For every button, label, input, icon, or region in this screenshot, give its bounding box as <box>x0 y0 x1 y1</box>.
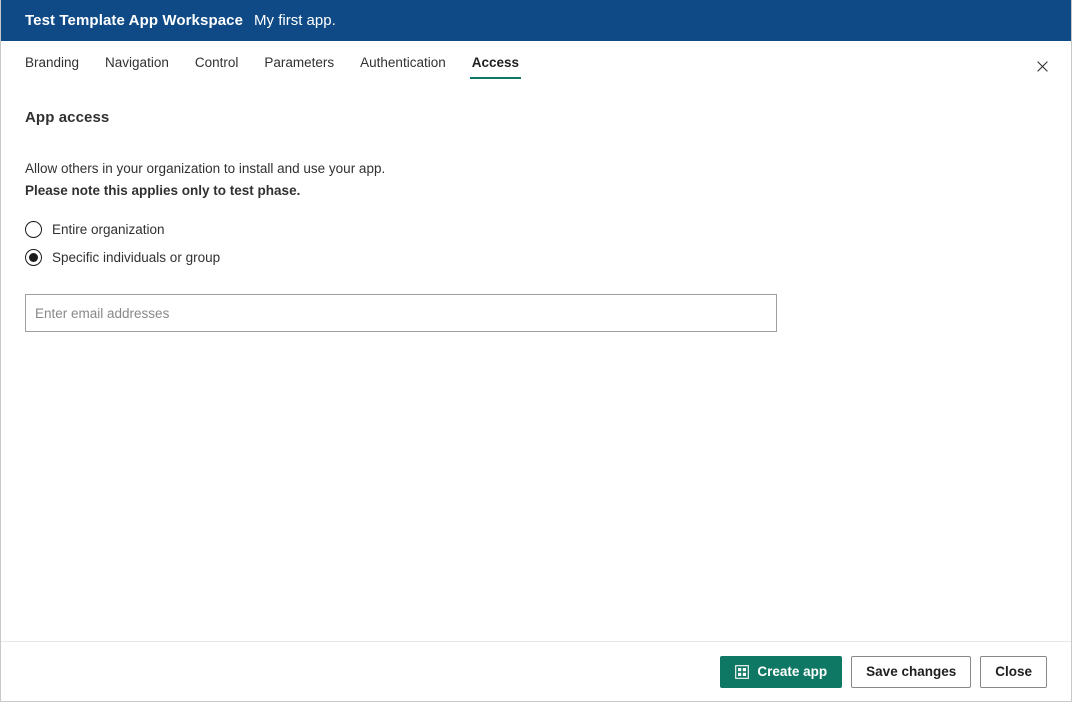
radio-circle-icon <box>25 220 42 238</box>
create-app-button[interactable]: Create app <box>720 655 843 688</box>
tab-authentication[interactable]: Authentication <box>360 41 446 79</box>
radio-entire-organization[interactable]: Entire organization <box>25 216 165 242</box>
dialog-footer: Create app Save changes Close <box>1 641 1071 701</box>
title-bar: Test Template App Workspace My first app… <box>1 0 1071 41</box>
close-label: Close <box>995 664 1032 679</box>
tab-branding[interactable]: Branding <box>25 41 79 79</box>
radio-specific-individuals[interactable]: Specific individuals or group <box>25 244 220 270</box>
create-app-label: Create app <box>757 664 828 679</box>
access-panel: App access Allow others in your organiza… <box>1 85 1071 641</box>
radio-entire-organization-label: Entire organization <box>52 221 165 237</box>
email-addresses-field[interactable] <box>25 294 777 332</box>
page-title: App access <box>25 109 110 126</box>
close-icon <box>1036 59 1048 77</box>
save-changes-label: Save changes <box>866 664 957 679</box>
tab-access[interactable]: Access <box>469 41 522 79</box>
access-description: Allow others in your organization to ins… <box>25 161 386 176</box>
tab-control[interactable]: Control <box>195 41 239 79</box>
tab-strip: Branding Navigation Control Parameters A… <box>1 41 1071 85</box>
access-description-note: Please note this applies only to test ph… <box>25 183 301 198</box>
app-grid-icon <box>735 664 750 679</box>
tab-parameters[interactable]: Parameters <box>264 41 334 79</box>
access-scope-radio-group: Entire organization Specific individuals… <box>25 216 1047 270</box>
close-button[interactable]: Close <box>980 655 1047 688</box>
email-addresses-input[interactable] <box>26 295 776 331</box>
app-subtitle: My first app. <box>254 12 336 29</box>
workspace-title: Test Template App Workspace <box>25 12 244 29</box>
radio-specific-individuals-label: Specific individuals or group <box>52 249 221 265</box>
app-settings-dialog: Test Template App Workspace My first app… <box>0 0 1072 702</box>
save-changes-button[interactable]: Save changes <box>851 655 972 688</box>
close-dialog-button[interactable] <box>1029 55 1055 81</box>
radio-circle-selected-icon <box>25 248 42 266</box>
tab-navigation[interactable]: Navigation <box>105 41 169 79</box>
